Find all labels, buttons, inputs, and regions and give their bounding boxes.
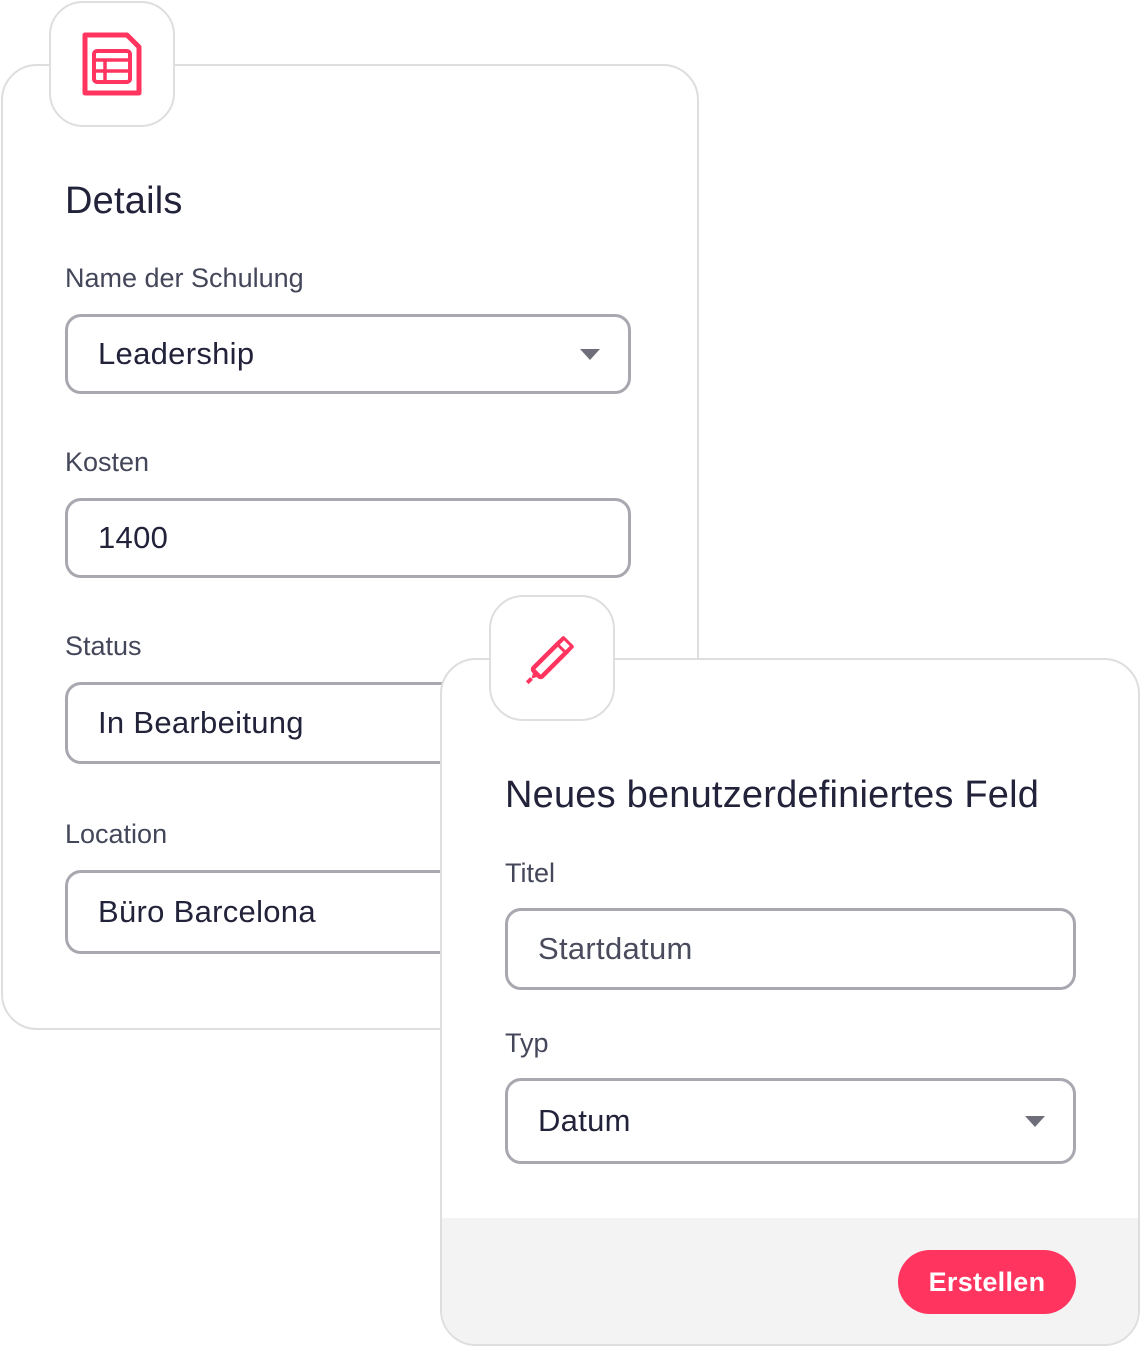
- details-title: Details: [65, 180, 183, 222]
- title-input[interactable]: Startdatum: [505, 908, 1076, 990]
- custom-field-dialog: Neues benutzerdefiniertes Feld Titel Sta…: [440, 658, 1140, 1346]
- cost-label: Kosten: [65, 447, 150, 477]
- cost-input[interactable]: 1400: [65, 498, 631, 578]
- location-label: Location: [65, 819, 168, 849]
- custom-field-title: Neues benutzerdefiniertes Feld: [505, 774, 1040, 816]
- status-value: In Bearbeitung: [98, 705, 304, 740]
- training-name-value: Leadership: [98, 336, 255, 371]
- custom-field-icon-tile: [489, 595, 615, 721]
- details-icon-tile: [49, 1, 175, 127]
- location-value: Büro Barcelona: [98, 894, 316, 929]
- chevron-down-icon: [580, 349, 600, 360]
- chevron-down-icon: [1025, 1116, 1045, 1127]
- type-value: Datum: [538, 1103, 631, 1138]
- title-value: Startdatum: [538, 931, 693, 966]
- create-button[interactable]: Erstellen: [898, 1250, 1076, 1314]
- table-document-icon: [82, 32, 142, 96]
- dialog-footer: Erstellen: [442, 1218, 1138, 1344]
- status-label: Status: [65, 631, 142, 661]
- type-label: Typ: [505, 1028, 549, 1058]
- training-name-label: Name der Schulung: [65, 263, 304, 293]
- title-label: Titel: [505, 858, 556, 888]
- training-name-select[interactable]: Leadership: [65, 314, 631, 394]
- type-select[interactable]: Datum: [505, 1078, 1076, 1164]
- cost-value: 1400: [98, 520, 169, 555]
- pen-icon: [525, 636, 574, 685]
